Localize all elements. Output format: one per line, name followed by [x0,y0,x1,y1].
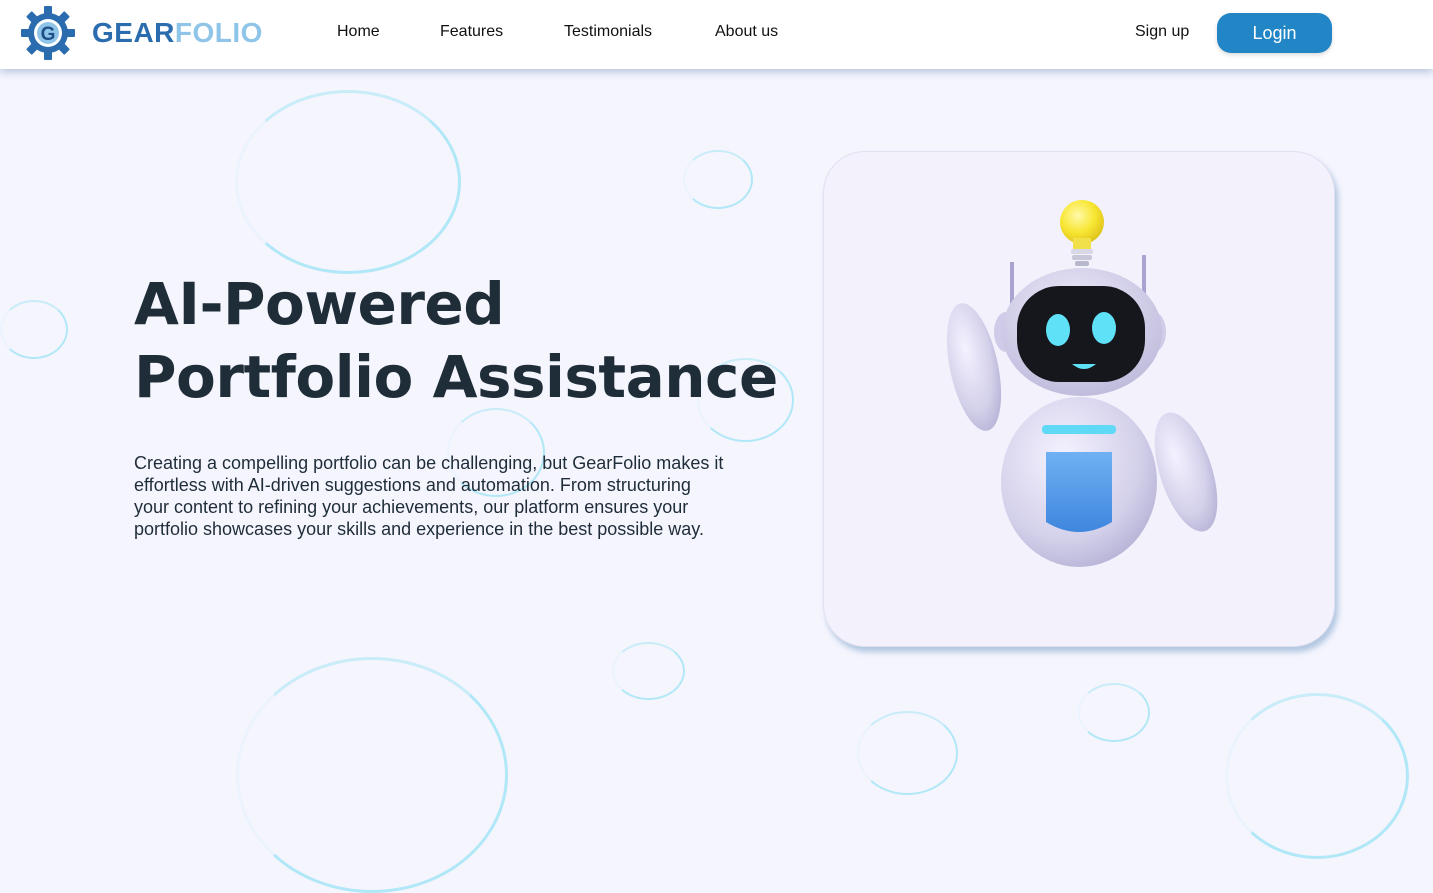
robot-with-lightbulb-icon [946,200,1218,567]
decorative-bubble [236,657,508,893]
top-navbar: G GEARFOLIO Home Features Testimonials A… [0,0,1433,69]
decorative-bubble [612,642,685,700]
decorative-bubble [235,90,461,274]
hero-image-card [823,151,1335,647]
decorative-bubble [1225,693,1409,859]
signup-link[interactable]: Sign up [1135,22,1189,42]
brand-name-gear: GEAR [92,17,175,48]
nav-features-link[interactable]: Features [440,22,503,42]
decorative-bubble [683,150,753,209]
hero-title-line-1: AI-Powered [134,270,505,338]
gear-logo-icon: G [21,6,75,60]
nav-about-link[interactable]: About us [715,22,778,42]
login-button[interactable]: Login [1217,13,1332,53]
hero-title: AI-Powered Portfolio Assistance [134,268,778,414]
brand-name-folio: FOLIO [174,17,263,48]
brand-logo[interactable]: G GEARFOLIO [20,5,263,61]
nav-home-link[interactable]: Home [337,22,380,42]
logo-letter: G [41,24,56,45]
brand-name: GEARFOLIO [92,17,263,49]
hero-title-line-2: Portfolio Assistance [134,343,778,411]
decorative-bubble [0,300,68,359]
hero-description: Creating a compelling portfolio can be c… [134,453,724,539]
decorative-bubble [857,711,958,795]
nav-testimonials-link[interactable]: Testimonials [564,22,652,42]
decorative-bubble [1078,683,1150,742]
